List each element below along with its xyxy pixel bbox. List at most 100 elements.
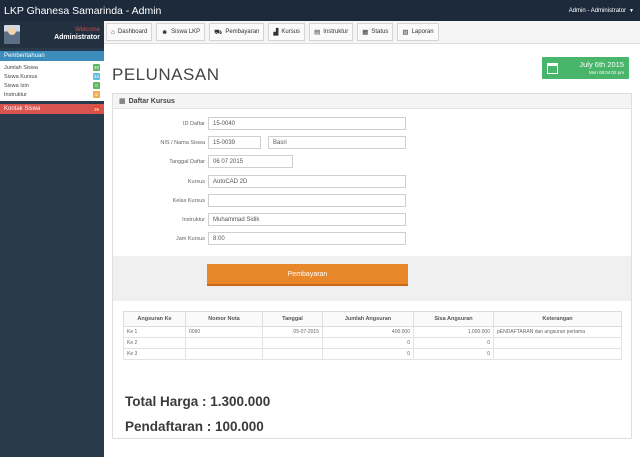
welcome-text: Welcome Administrator	[54, 27, 100, 41]
count-badge: 24	[93, 73, 100, 80]
column-header: Keterangan	[493, 311, 622, 327]
sidebar: Welcome Administrator Pemberitahuan Juml…	[0, 21, 104, 457]
user-panel: Welcome Administrator	[0, 21, 104, 48]
nav-siswa-lkp[interactable]: ☻ Siswa LKP	[156, 23, 206, 41]
table-cell: 0	[413, 348, 494, 360]
user-role: Administrator	[54, 33, 100, 41]
date-widget: July 6th 2015 Mon 08:04:02 pm	[542, 57, 629, 79]
notifications-header: Pemberitahuan	[0, 51, 104, 61]
count-badge: 40	[93, 64, 100, 71]
list-icon: ▤	[314, 29, 321, 36]
chart-icon: ▟	[273, 29, 279, 36]
table-cell: 05-07-2015	[262, 326, 323, 338]
nis-nama-label: NIS / Nama Siswa	[160, 140, 205, 146]
table-cell: Ke 2	[123, 337, 186, 349]
table-header-row: Angsuran Ke Nomor Nota Tanggal Jumlah An…	[123, 311, 622, 327]
nav-dashboard[interactable]: ⌂ Dashboard	[106, 23, 153, 41]
sidebar-item-siswa-kursus[interactable]: Siswa Kursus 24	[4, 72, 100, 81]
nav-status[interactable]: ▦ Status	[357, 23, 394, 41]
table-cell	[493, 337, 622, 349]
table-cell: 0090	[185, 326, 263, 338]
id-daftar-label: ID Daftar	[182, 121, 205, 127]
sidebar-item-label: Jumlah Siswa	[4, 64, 38, 71]
column-header: Tanggal	[262, 311, 323, 327]
app-title: LKP Ghanesa Samarinda - Admin	[4, 4, 162, 17]
column-header: Sisa Angsuran	[413, 311, 494, 327]
sidebar-item-label: Instruktur	[4, 91, 27, 98]
tanggal-daftar-label: Tanggal Daftar	[169, 159, 205, 165]
sidebar-item-instruktur[interactable]: Instruktur 5	[4, 90, 100, 99]
user-menu[interactable]: Admin - Administrator ▼	[569, 8, 634, 14]
nis-field[interactable]: 15-0039	[208, 136, 261, 149]
cart-icon: ⛟	[214, 28, 223, 36]
sidebar-item-label: Siswa Kursus	[4, 73, 38, 80]
jam-kursus-field[interactable]: 8:00	[208, 232, 406, 245]
page-title: PELUNASAN	[112, 65, 220, 84]
nav-label: Kursus	[281, 29, 301, 35]
pembayaran-button[interactable]: Pembayaran	[207, 264, 408, 286]
sidebar-item-jumlah-siswa[interactable]: Jumlah Siswa 40	[4, 63, 100, 72]
nav-instruktur[interactable]: ▤ Instruktur	[309, 23, 354, 41]
nav-label: Pembayaran	[225, 29, 260, 35]
welcome-label: Welcome	[75, 27, 100, 34]
sidebar-item-kontak-siswa[interactable]: Kontak Siswa 39	[0, 104, 104, 114]
table-cell: 0	[322, 348, 414, 360]
count-badge: 39	[93, 105, 100, 113]
table-row: Ke 2 0 0	[123, 337, 622, 349]
table-row: Ke 3 0 0	[123, 348, 622, 360]
current-time: Mon 08:04:02 pm	[588, 69, 624, 75]
report-icon: ▧	[402, 29, 409, 36]
column-header: Nomor Nota	[185, 311, 263, 327]
calendar-icon	[547, 62, 558, 74]
nav-label: Status	[371, 29, 389, 35]
angsuran-table: Angsuran Ke Nomor Nota Tanggal Jumlah An…	[123, 311, 622, 360]
column-header: Angsuran Ke	[123, 311, 186, 327]
instruktur-field[interactable]: Muhammad Sidik	[208, 213, 406, 226]
sidebar-item-label: Siswa Izin	[4, 82, 29, 89]
table-cell: 0	[413, 337, 494, 349]
instruktur-label: Instruktur	[182, 217, 205, 223]
count-badge: 5	[93, 91, 100, 98]
table-cell	[262, 348, 323, 360]
table-row: Ke 1 0090 05-07-2015 400.000 1.000.000 p…	[123, 326, 622, 338]
kelas-kursus-label: Kelas Kursus	[172, 198, 205, 204]
table-cell	[262, 337, 323, 349]
nav-laporan[interactable]: ▧ Laporan	[397, 23, 439, 41]
top-bar: LKP Ghanesa Samarinda - Admin Admin - Ad…	[0, 0, 640, 21]
tanggal-daftar-field[interactable]: 06 07 2015	[208, 155, 293, 168]
kursus-label: Kursus	[187, 179, 205, 185]
table-cell: pENDAFTARAN dan angsuran pertama	[493, 326, 622, 338]
nav-label: Laporan	[411, 29, 434, 35]
kelas-kursus-field[interactable]	[208, 194, 406, 207]
count-badge: 0	[93, 82, 100, 89]
home-icon: ⌂	[111, 28, 115, 36]
nama-siswa-field[interactable]: Basri	[268, 136, 406, 149]
nav-kursus[interactable]: ▟ Kursus	[268, 23, 306, 41]
id-daftar-field[interactable]: 15-0040	[208, 117, 406, 130]
table-cell: 1.000.000	[413, 326, 494, 338]
table-icon: ▦	[119, 98, 126, 105]
table-cell: 0	[322, 337, 414, 349]
jam-kursus-label: Jam Kursus	[175, 236, 205, 242]
total-harga: Total Harga : 1.300.000	[125, 394, 271, 409]
nav-pembayaran[interactable]: ⛟ Pembayaran	[209, 23, 265, 41]
table-cell: Ke 3	[123, 348, 186, 360]
table-cell: Ke 1	[123, 326, 186, 338]
table-cell: 400.000	[322, 326, 414, 338]
main-nav: ⌂ Dashboard ☻ Siswa LKP ⛟ Pembayaran ▟ Kursu…	[104, 21, 640, 44]
sidebar-item-label: Kontak Siswa	[4, 106, 41, 112]
user-menu-label: Admin - Administrator	[568, 7, 627, 14]
table-cell	[493, 348, 622, 360]
kursus-field[interactable]: AutoCAD 2D	[208, 175, 406, 188]
avatar	[4, 25, 20, 44]
table-cell	[185, 348, 263, 360]
panel-title: Daftar Kursus	[128, 97, 175, 105]
table-cell	[185, 337, 263, 349]
sidebar-item-siswa-izin[interactable]: Siswa Izin 0	[4, 81, 100, 90]
nav-label: Siswa LKP	[171, 29, 201, 35]
panel-header: ▦ Daftar Kursus	[113, 94, 631, 109]
main-content: PELUNASAN July 6th 2015 Mon 08:04:02 pm …	[104, 45, 640, 457]
payment-action-area: Pembayaran	[113, 256, 631, 301]
nav-label: Instruktur	[323, 29, 349, 35]
table-icon: ▦	[362, 29, 369, 36]
